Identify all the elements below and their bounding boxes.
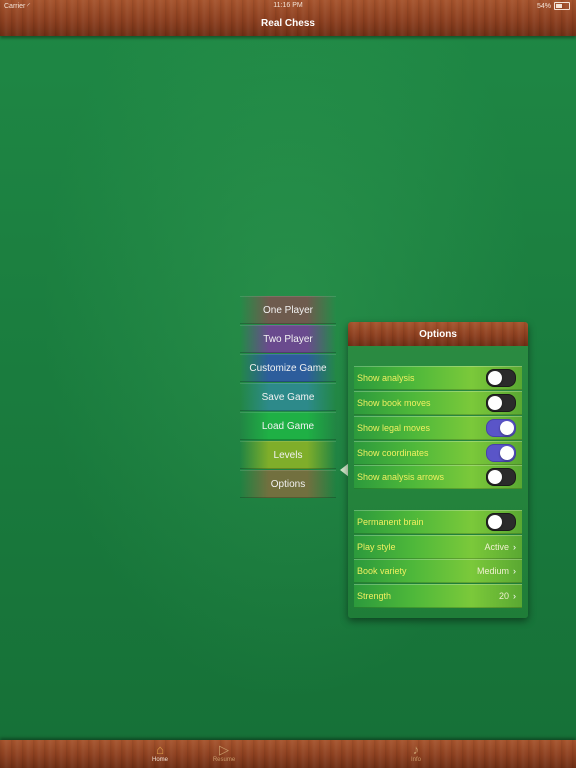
option-label: Show coordinates <box>357 448 429 458</box>
tab-label: Home <box>151 757 168 763</box>
tab-info[interactable]: ♪ Info <box>386 742 446 763</box>
menu-options[interactable]: Options <box>240 470 336 498</box>
option-strength[interactable]: Strength 20 › <box>354 584 522 608</box>
option-play-style[interactable]: Play style Active › <box>354 535 522 559</box>
toggle-knob <box>488 470 502 484</box>
menu-save-game[interactable]: Save Game <box>240 383 336 411</box>
tab-label: Resume <box>212 757 236 763</box>
option-value: 20 › <box>499 591 522 601</box>
option-label: Show analysis <box>357 373 415 383</box>
option-book-variety[interactable]: Book variety Medium › <box>354 559 522 583</box>
book-variety-value: Medium <box>476 566 509 576</box>
toggle-knob <box>500 421 514 435</box>
option-label: Show book moves <box>357 398 431 408</box>
strength-value: 20 <box>498 591 509 601</box>
show-legal-moves-toggle[interactable] <box>486 419 516 437</box>
show-book-moves-toggle[interactable] <box>486 394 516 412</box>
status-time: 11:16 PM <box>273 2 303 9</box>
option-label: Play style <box>357 542 396 552</box>
option-show-legal-moves: Show legal moves <box>354 416 522 440</box>
battery-percent: 54% <box>536 2 551 10</box>
menu-item-label: Save Game <box>261 391 315 403</box>
option-value: Active › <box>484 542 522 552</box>
menu-customize-game[interactable]: Customize Game <box>240 354 336 382</box>
battery-status: 54% <box>537 2 570 10</box>
menu-item-label: Load Game <box>261 420 315 432</box>
menu-one-player[interactable]: One Player <box>240 296 336 324</box>
show-coordinates-toggle[interactable] <box>486 444 516 462</box>
menu-item-label: Customize Game <box>249 362 327 374</box>
chevron-right-icon: › <box>513 591 516 601</box>
top-bar: Carrier ◜ 11:16 PM 54% Real Chess <box>0 0 576 36</box>
tab-label: Info <box>410 757 421 763</box>
option-show-analysis-arrows: Show analysis arrows <box>354 465 522 489</box>
show-analysis-toggle[interactable] <box>486 369 516 387</box>
menu-item-label: Options <box>270 478 306 490</box>
menu-item-label: Levels <box>273 449 303 461</box>
play-style-value: Active <box>484 542 509 552</box>
main-menu: One Player Two Player Customize Game Sav… <box>240 296 336 499</box>
option-label: Book variety <box>357 566 407 576</box>
option-permanent-brain: Permanent brain <box>354 510 522 534</box>
music-note-icon: ♪ <box>412 742 420 757</box>
toggle-knob <box>488 515 502 529</box>
tab-resume[interactable]: ▷ Resume <box>194 742 254 763</box>
tab-home[interactable]: ⌂ Home <box>130 742 190 763</box>
options-panel: Options Show analysis Show book moves Sh… <box>348 322 528 618</box>
menu-load-game[interactable]: Load Game <box>240 412 336 440</box>
option-show-analysis: Show analysis <box>354 366 522 390</box>
option-label: Show analysis arrows <box>357 472 445 482</box>
menu-two-player[interactable]: Two Player <box>240 325 336 353</box>
show-analysis-arrows-toggle[interactable] <box>486 468 516 486</box>
option-label: Strength <box>357 591 392 601</box>
option-label: Show legal moves <box>357 423 431 433</box>
option-value: Medium › <box>477 566 522 576</box>
play-icon: ▷ <box>219 742 229 757</box>
menu-item-label: Two Player <box>263 333 313 345</box>
home-icon: ⌂ <box>156 742 164 757</box>
toggle-knob <box>500 446 514 460</box>
options-title: Options <box>348 322 528 346</box>
menu-item-label: One Player <box>262 304 314 316</box>
menu-levels[interactable]: Levels <box>240 441 336 469</box>
battery-icon <box>554 2 570 10</box>
chevron-right-icon: › <box>513 566 516 576</box>
toggle-knob <box>488 396 502 410</box>
chevron-right-icon: › <box>513 542 516 552</box>
toggle-knob <box>488 371 502 385</box>
option-show-book-moves: Show book moves <box>354 391 522 415</box>
permanent-brain-toggle[interactable] <box>486 513 516 531</box>
tab-bar: ⌂ Home ▷ Resume ♪ Info <box>0 740 576 768</box>
app-title: Real Chess <box>261 18 315 29</box>
option-label: Permanent brain <box>357 517 424 527</box>
option-show-coordinates: Show coordinates <box>354 441 522 465</box>
